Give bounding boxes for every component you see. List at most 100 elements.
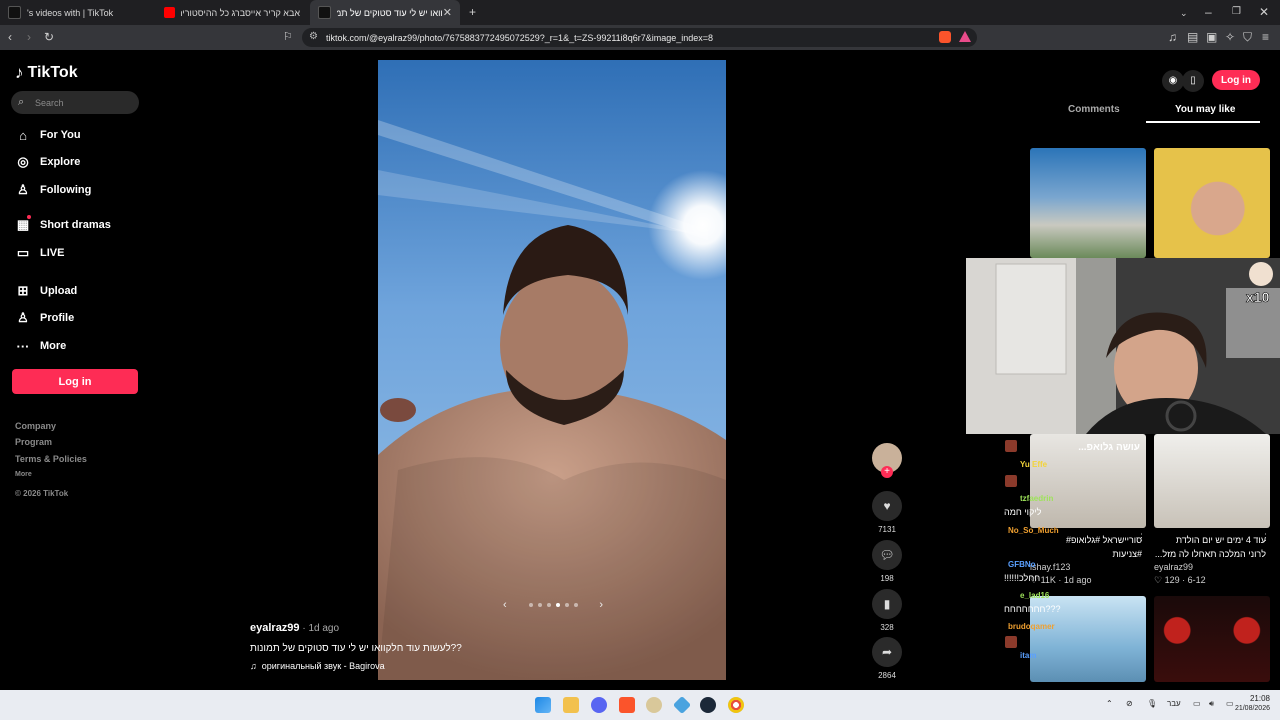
nav-label: Explore — [40, 156, 81, 168]
post-photo[interactable]: ‹ › — [378, 60, 726, 680]
nav-short-dramas[interactable]: ▦ Short dramas — [15, 217, 111, 233]
bookmark-icon[interactable]: ⚐ — [283, 31, 293, 43]
close-window-icon[interactable]: ✕ — [1259, 6, 1269, 18]
post-sound[interactable]: ♫ оригинальный звук - Bagirova — [250, 661, 385, 671]
card-caption[interactable]: עוד 4 ימים יש יום הולדת לרוני המלכה תאחל… — [1154, 533, 1266, 561]
tab-you-may-like[interactable]: You may like — [1175, 104, 1235, 115]
nav-following[interactable]: ♙ Following — [15, 182, 91, 198]
brave-rewards-icon[interactable] — [959, 31, 971, 42]
nav-more[interactable]: ··· More — [15, 338, 67, 354]
chat-message: חחחחחחח??? — [1004, 604, 1061, 614]
minimize-icon[interactable]: – — [1205, 6, 1212, 18]
save-action[interactable]: ▮ 328 — [872, 589, 902, 632]
clock-time[interactable]: 21:08 — [1238, 694, 1270, 703]
new-tab-button[interactable]: + — [469, 6, 476, 18]
sidebar-toggle-icon[interactable]: ▤ — [1187, 31, 1198, 43]
search-input[interactable]: ⌕ Search — [11, 91, 139, 114]
tray-chevron-icon[interactable]: ⌃ — [1106, 699, 1113, 708]
footer-company-link[interactable]: Company — [15, 421, 56, 431]
follow-plus-icon[interactable]: + — [881, 466, 893, 478]
tab-list-icon[interactable]: ⌄ — [1180, 7, 1188, 19]
restore-icon[interactable]: ❐ — [1232, 6, 1241, 18]
tiktok-favicon-icon — [318, 6, 331, 19]
nav-profile[interactable]: ♙ Profile — [15, 310, 74, 326]
browser-tab[interactable]: 's videos with | TikTok — [0, 0, 156, 25]
footer-program-link[interactable]: Program — [15, 437, 52, 447]
browser-tab[interactable]: אבא קריר אייסברג כל ההיסטוריה (ה — [156, 0, 308, 25]
following-icon: ♙ — [17, 182, 29, 197]
share-count: 2864 — [878, 671, 896, 680]
recommended-thumbnail[interactable]: עושה גלואפ... — [1030, 434, 1146, 528]
card-author[interactable]: ishay.f123 — [1030, 562, 1070, 572]
like-action[interactable]: ♥ 7131 — [872, 491, 902, 534]
nav-label: Following — [40, 184, 92, 196]
back-icon[interactable]: ‹ — [8, 31, 12, 43]
file-explorer-icon[interactable] — [563, 697, 579, 713]
footer-terms-link[interactable]: Terms & Policies — [15, 454, 87, 464]
brave-shields-icon[interactable] — [939, 31, 951, 43]
heart-icon[interactable]: ♥ — [872, 491, 902, 521]
app-icon[interactable] — [646, 697, 662, 713]
network-icon[interactable]: ⊘ — [1126, 699, 1133, 708]
card-author[interactable]: eyalraz99 — [1154, 562, 1193, 572]
leo-ai-icon[interactable]: ✧ — [1225, 31, 1235, 43]
chat-username: No_So_Much — [1008, 526, 1059, 535]
clock-date[interactable]: 21/08/2026 — [1228, 705, 1270, 712]
bookmark-save-icon[interactable]: ▮ — [872, 589, 902, 619]
active-tab-indicator — [1146, 121, 1260, 123]
close-tab-icon[interactable]: ✕ — [443, 6, 452, 19]
discord-icon[interactable] — [591, 697, 607, 713]
comment-action[interactable]: 💬︎ 198 — [872, 540, 902, 583]
recommended-thumbnail[interactable] — [1154, 148, 1270, 258]
chat-username: GFBNo — [1008, 560, 1036, 569]
steam-icon[interactable] — [700, 697, 716, 713]
coin-icon[interactable]: ◉ — [1162, 70, 1184, 92]
site-settings-icon[interactable]: ⚙ — [309, 31, 318, 42]
nav-live[interactable]: ▭ LIVE — [15, 245, 65, 261]
vpn-icon[interactable]: ⛉ — [1243, 31, 1252, 43]
monitor-icon[interactable]: ▭ — [1193, 699, 1201, 708]
sidebar-login-button[interactable]: Log in — [12, 369, 138, 394]
carousel-dot-active[interactable] — [555, 603, 560, 607]
nav-explore[interactable]: ◎ Explore — [15, 154, 80, 170]
carousel-dot[interactable] — [564, 603, 569, 607]
carousel-prev-icon[interactable]: ‹ — [503, 599, 507, 611]
menu-icon[interactable]: ≡ — [1262, 31, 1269, 43]
post-username[interactable]: eyalraz99 — [250, 622, 300, 634]
keyboard-language[interactable]: עבר — [1167, 699, 1181, 708]
carousel-dot[interactable] — [573, 603, 578, 607]
card-more-icon[interactable]: ⋮ — [1137, 532, 1146, 543]
device-icon[interactable]: ▯ — [1182, 70, 1204, 92]
more-icon: ··· — [16, 338, 30, 354]
carousel-next-icon[interactable]: › — [599, 599, 603, 611]
share-action[interactable]: ➦ 2864 — [872, 637, 902, 680]
browser-tab-active[interactable]: וואו יש לי עוד סטוקים של תמונות ✕ — [310, 0, 460, 25]
footer-more-link[interactable]: More — [15, 471, 32, 478]
tiktok-logo[interactable]: ♪ TikTok — [15, 63, 78, 83]
music-icon[interactable]: ♫ — [1168, 31, 1177, 43]
address-bar[interactable]: ⚙ tiktok.com/@eyalraz99/photo/7675883772… — [302, 28, 977, 47]
volume-icon[interactable]: 🔊︎ — [1209, 699, 1214, 709]
forward-icon[interactable]: › — [27, 31, 31, 43]
carousel-dot[interactable] — [546, 603, 551, 607]
chrome-like-icon[interactable] — [728, 697, 744, 713]
microphone-icon[interactable]: 🎙︎ — [1147, 699, 1157, 708]
recommended-thumbnail[interactable] — [1030, 148, 1146, 258]
carousel-dot[interactable] — [528, 603, 533, 607]
header-login-button[interactable]: Log in — [1212, 70, 1260, 90]
nav-label: Short dramas — [40, 219, 111, 231]
tab-comments[interactable]: Comments — [1068, 104, 1120, 115]
windows-start-icon[interactable] — [535, 697, 551, 713]
comment-icon[interactable]: 💬︎ — [872, 540, 902, 570]
carousel-dot[interactable] — [537, 603, 542, 607]
brave-browser-icon[interactable] — [619, 697, 635, 713]
nav-upload[interactable]: ⊞ Upload — [15, 283, 78, 299]
wallet-icon[interactable]: ▣ — [1206, 31, 1217, 43]
share-icon[interactable]: ➦ — [872, 637, 902, 667]
reload-icon[interactable]: ↻ — [44, 31, 54, 43]
card-more-icon[interactable]: ⋮ — [1261, 532, 1270, 543]
card-caption[interactable]: סוריישראל #גלואופ# #צניעות — [1030, 533, 1142, 561]
recommended-thumbnail[interactable] — [1154, 596, 1270, 682]
nav-for-you[interactable]: ⌂ For You — [15, 127, 80, 143]
recommended-thumbnail[interactable] — [1154, 434, 1270, 528]
